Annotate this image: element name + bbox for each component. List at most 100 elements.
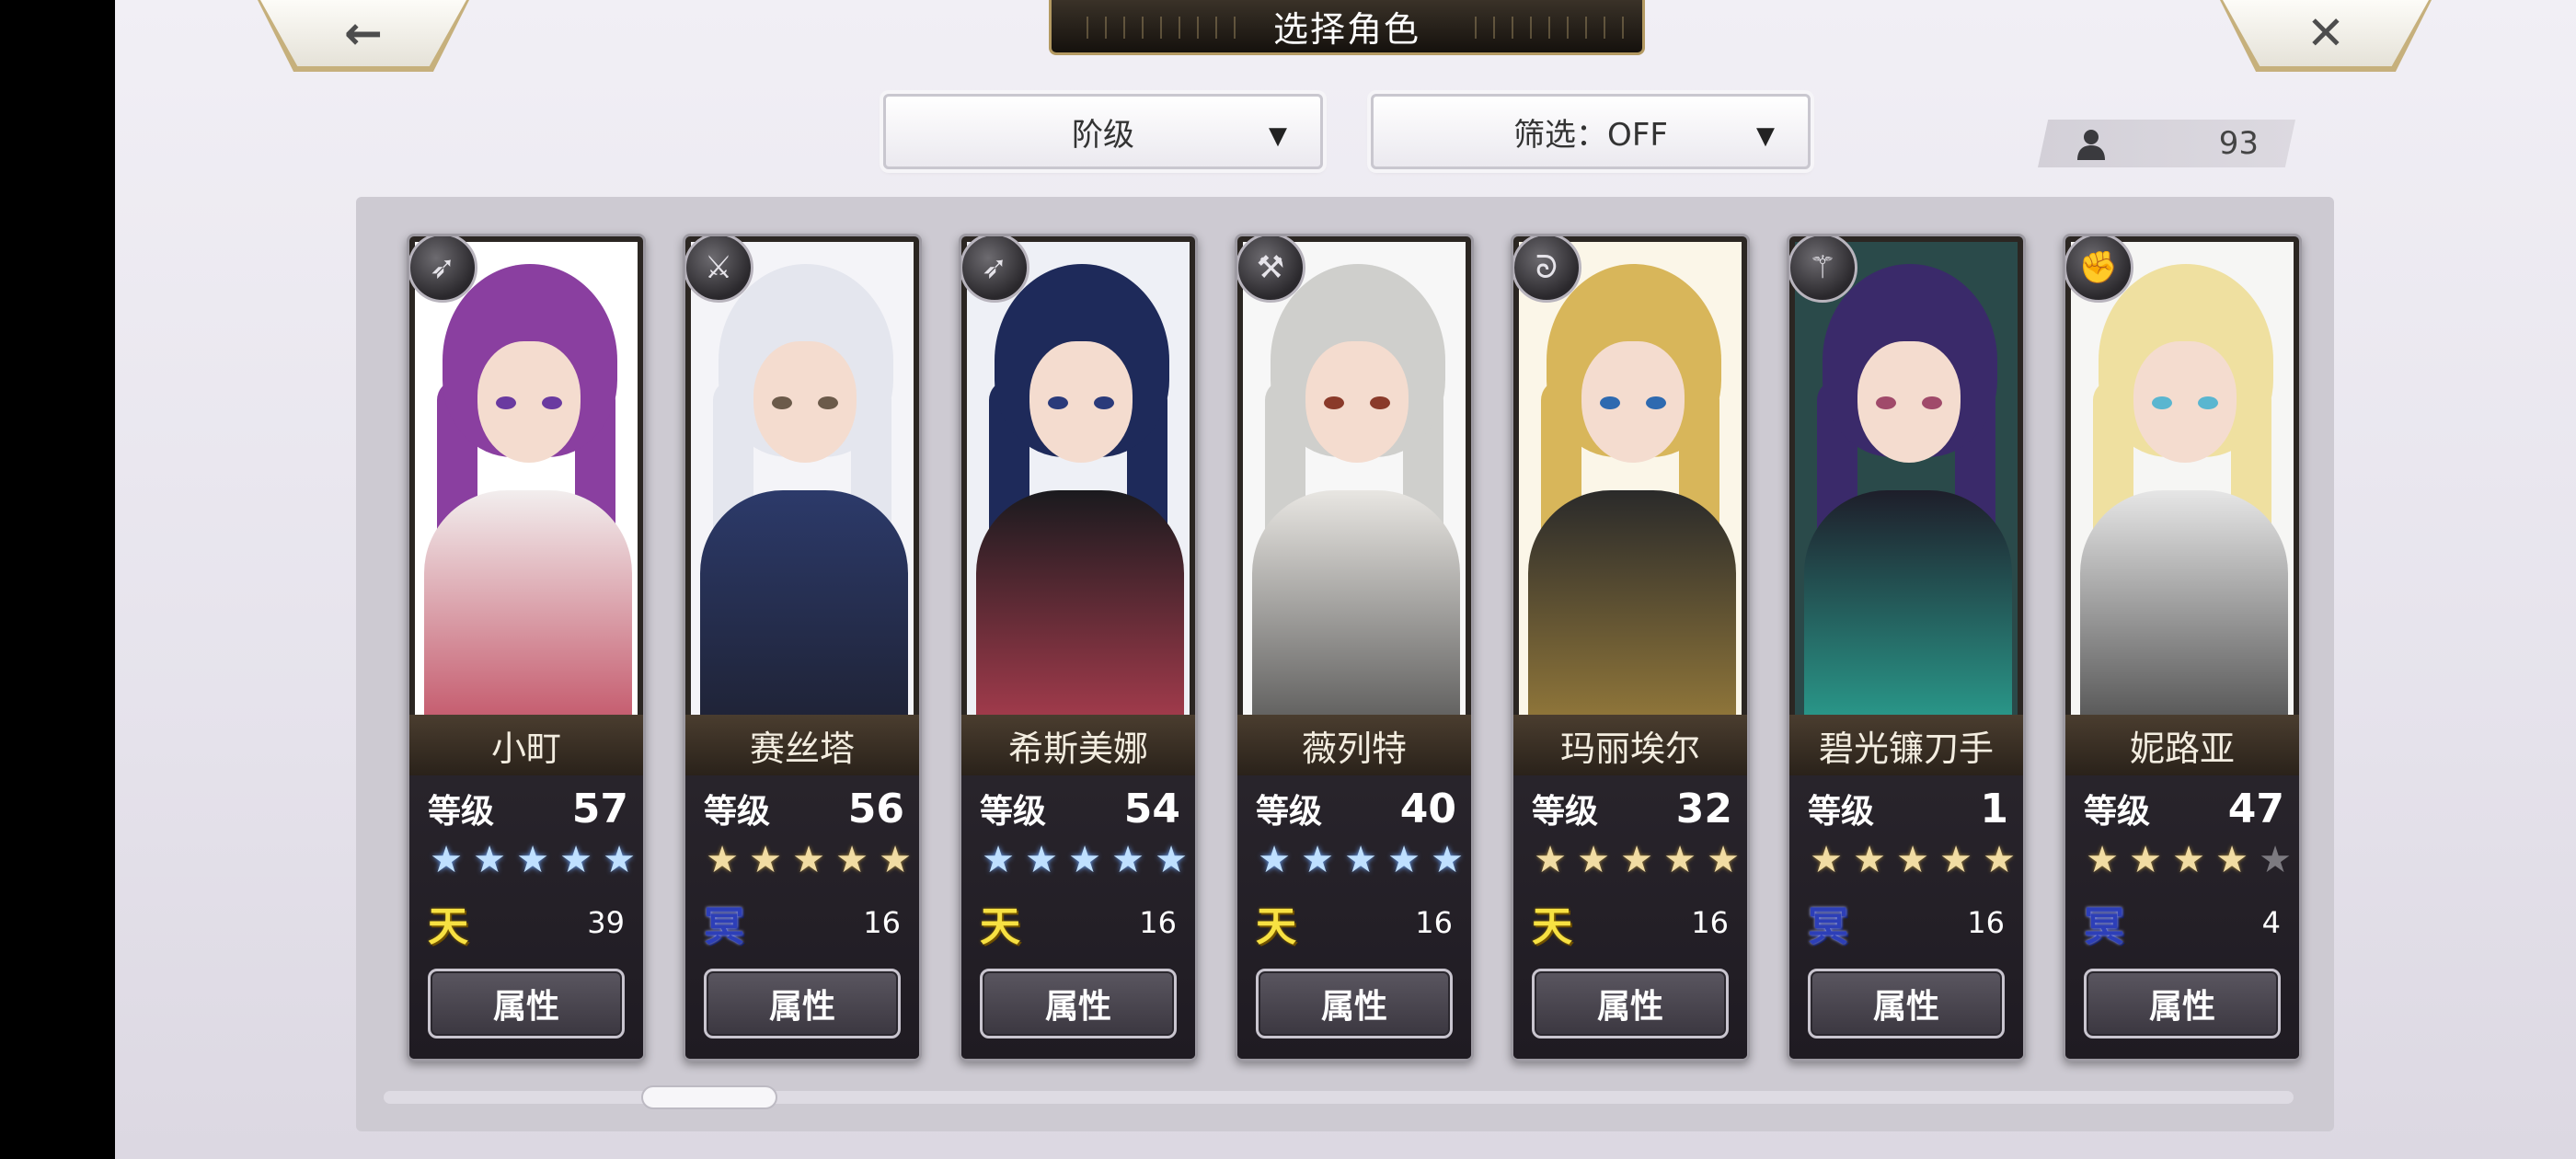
- attributes-button[interactable]: 属性: [428, 969, 625, 1039]
- star-icon: ★: [2215, 839, 2248, 881]
- character-card-3[interactable]: ➶ 希斯美娜 等级 54 ★ ★ ★ ★ ★ 天 16 属性: [959, 234, 1198, 1061]
- star-icon: ★: [1301, 839, 1334, 881]
- rank-sort-label: 阶级: [1072, 116, 1134, 154]
- affinity-sky-icon: 天: [1532, 903, 1572, 950]
- character-card-panel: ➶ 小町 等级 57 ★ ★ ★ ★ ★ 天 39 属性 ⚔ 赛丝塔 等级 56…: [356, 197, 2334, 1131]
- character-name: 玛丽埃尔: [1513, 715, 1747, 775]
- attributes-button[interactable]: 属性: [1256, 969, 1453, 1039]
- affinity-row: 天 16: [1532, 895, 1729, 950]
- attributes-button[interactable]: 属性: [980, 969, 1177, 1039]
- filter-label: 筛选：OFF: [1513, 116, 1668, 154]
- affinity-row: 冥 16: [1808, 895, 2005, 950]
- star-icon: ★: [982, 839, 1015, 881]
- star-icon: ★: [835, 839, 868, 881]
- character-portrait: [2071, 242, 2294, 715]
- level-label: 等级: [980, 793, 1047, 831]
- affinity-dark-icon: 冥: [2084, 903, 2124, 950]
- character-name: 薇列特: [1237, 715, 1471, 775]
- level-label: 等级: [1532, 793, 1599, 831]
- spear-icon: ➶: [409, 236, 477, 303]
- star-icon: ★: [2086, 839, 2119, 881]
- affinity-count: 16: [863, 905, 901, 940]
- back-arrow-icon: ←: [344, 6, 383, 60]
- character-name: 赛丝塔: [685, 715, 919, 775]
- star-rating: ★ ★ ★ ★ ★: [1254, 842, 1467, 878]
- character-card-7[interactable]: ✊ 妮路亚 等级 47 ★ ★ ★ ★ ★ 冥 4 属性: [2063, 234, 2302, 1061]
- star-icon: ★: [2129, 839, 2162, 881]
- title-bar: 选择角色: [1049, 0, 1645, 55]
- rank-sort-dropdown[interactable]: 阶级 ▼: [883, 94, 1323, 169]
- star-icon: ★: [1258, 839, 1291, 881]
- star-icon: ★: [706, 839, 739, 881]
- star-icon: ★: [516, 839, 549, 881]
- level-label: 等级: [2084, 793, 2151, 831]
- star-icon: ★: [2172, 839, 2205, 881]
- spear-icon: ➶: [961, 236, 1029, 303]
- affinity-count: 16: [1967, 905, 2005, 940]
- star-icon: ★: [1387, 839, 1420, 881]
- scrollbar-thumb[interactable]: [641, 1085, 777, 1109]
- star-icon: ★: [1577, 839, 1610, 881]
- title-ornament-right: [1458, 17, 1624, 39]
- level-row: 等级 57: [428, 783, 628, 834]
- character-count-value: 93: [2218, 125, 2259, 162]
- level-value: 47: [2227, 785, 2284, 832]
- character-name: 妮路亚: [2065, 715, 2299, 775]
- character-card-4[interactable]: ⚒ 薇列特 等级 40 ★ ★ ★ ★ ★ 天 16 属性: [1235, 234, 1474, 1061]
- axe-icon: ⚚: [1789, 236, 1857, 303]
- affinity-sky-icon: 天: [1256, 903, 1296, 950]
- star-rating: ★ ★ ★ ★ ★: [978, 842, 1191, 878]
- level-row: 等级 47: [2084, 783, 2284, 834]
- affinity-count: 39: [587, 905, 625, 940]
- level-value: 57: [571, 785, 628, 832]
- affinity-count: 4: [2261, 905, 2281, 940]
- character-name: 小町: [409, 715, 643, 775]
- character-card-1[interactable]: ➶ 小町 等级 57 ★ ★ ★ ★ ★ 天 39 属性: [407, 234, 646, 1061]
- character-portrait: [967, 242, 1190, 715]
- character-name: 希斯美娜: [961, 715, 1195, 775]
- level-value: 32: [1675, 785, 1732, 832]
- affinity-dark-icon: 冥: [1808, 903, 1848, 950]
- star-icon: ★: [603, 839, 636, 881]
- close-icon: ✕: [2306, 6, 2345, 60]
- character-info: 等级 47 ★ ★ ★ ★ ★ 冥 4 属性: [2065, 775, 2299, 1059]
- star-icon: ★: [1707, 839, 1740, 881]
- level-row: 等级 1: [1808, 783, 2008, 834]
- affinity-dark-icon: 冥: [704, 903, 744, 950]
- star-icon: ★: [1534, 839, 1567, 881]
- level-label: 等级: [704, 793, 771, 831]
- star-icon: ★: [1068, 839, 1101, 881]
- character-info: 等级 54 ★ ★ ★ ★ ★ 天 16 属性: [961, 775, 1195, 1059]
- star-rating: ★ ★ ★ ★ ★: [426, 842, 639, 878]
- star-icon: ★: [879, 839, 912, 881]
- level-label: 等级: [1256, 793, 1323, 831]
- hammer-icon: ⚒: [1237, 236, 1305, 303]
- star-icon: ★: [792, 839, 825, 881]
- character-card-2[interactable]: ⚔ 赛丝塔 等级 56 ★ ★ ★ ★ ★ 冥 16 属性: [683, 234, 922, 1061]
- affinity-row: 天 16: [1256, 895, 1453, 950]
- level-value: 56: [847, 785, 904, 832]
- level-row: 等级 56: [704, 783, 904, 834]
- character-card-list: ➶ 小町 等级 57 ★ ★ ★ ★ ★ 天 39 属性 ⚔ 赛丝塔 等级 56…: [407, 234, 2302, 1061]
- level-value: 40: [1399, 785, 1456, 832]
- filter-dropdown[interactable]: 筛选：OFF ▼: [1371, 94, 1811, 169]
- attributes-button[interactable]: 属性: [2084, 969, 2281, 1039]
- character-card-5[interactable]: ᘐ 玛丽埃尔 等级 32 ★ ★ ★ ★ ★ 天 16 属性: [1511, 234, 1750, 1061]
- attributes-button[interactable]: 属性: [1532, 969, 1729, 1039]
- staff-icon: ᘐ: [1513, 236, 1581, 303]
- attributes-button[interactable]: 属性: [704, 969, 901, 1039]
- title-ornament-left: [1070, 17, 1236, 39]
- star-icon: ★: [430, 839, 463, 881]
- star-icon: ★: [1155, 839, 1188, 881]
- affinity-count: 16: [1415, 905, 1453, 940]
- person-icon: [2077, 130, 2105, 160]
- character-info: 等级 32 ★ ★ ★ ★ ★ 天 16 属性: [1513, 775, 1747, 1059]
- star-rating: ★ ★ ★ ★ ★: [1806, 842, 2019, 878]
- character-info: 等级 56 ★ ★ ★ ★ ★ 冥 16 属性: [685, 775, 919, 1059]
- star-icon: ★: [1896, 839, 1929, 881]
- character-name: 碧光镰刀手: [1789, 715, 2023, 775]
- character-card-6[interactable]: ⚚ 碧光镰刀手 等级 1 ★ ★ ★ ★ ★ 冥 16 属性: [1787, 234, 2026, 1061]
- star-rating: ★ ★ ★ ★ ★: [1530, 842, 1743, 878]
- attributes-button[interactable]: 属性: [1808, 969, 2005, 1039]
- star-icon: ★: [749, 839, 782, 881]
